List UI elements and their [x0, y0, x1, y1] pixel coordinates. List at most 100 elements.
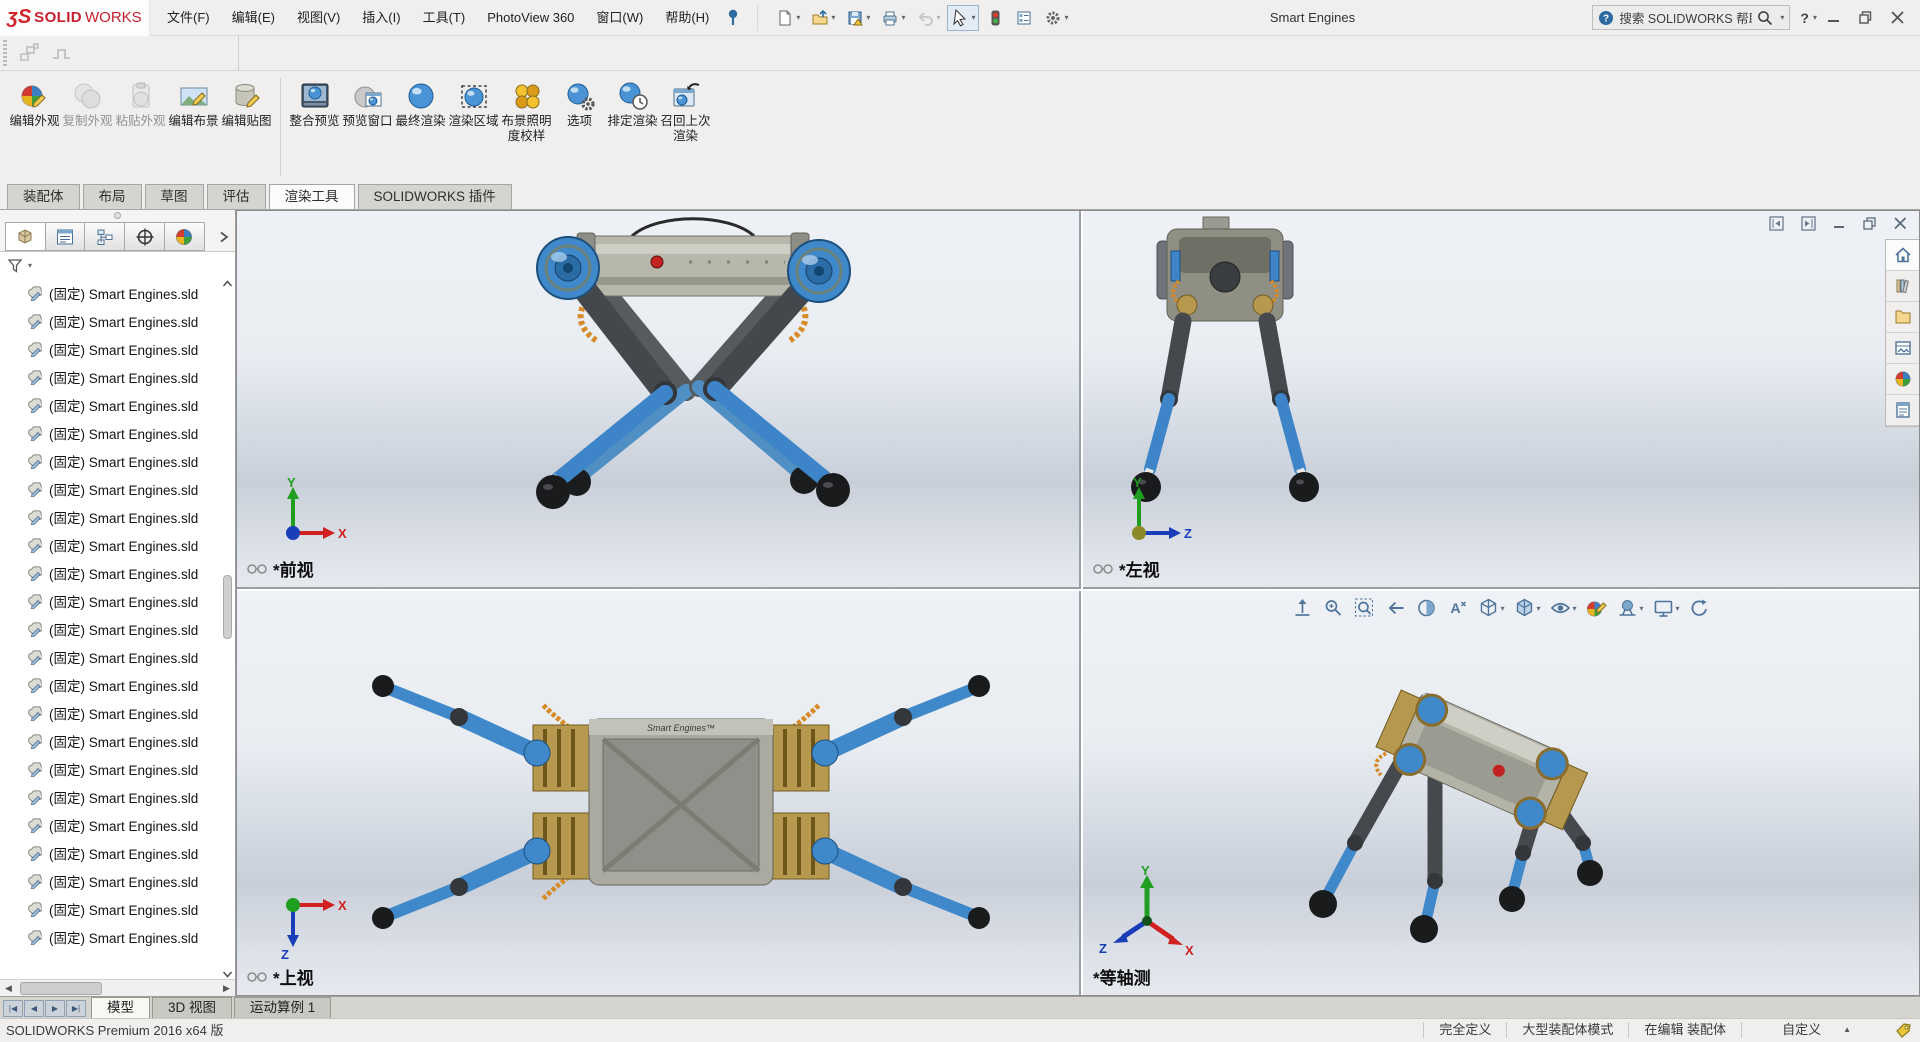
dropdown-arrow-icon[interactable]: ▾	[866, 13, 870, 22]
collapse-pane-right-icon[interactable]	[1801, 216, 1816, 231]
viewport-left[interactable]: Y Z *左视	[1083, 211, 1919, 589]
restore-button[interactable]	[1859, 11, 1872, 24]
last-tab-button[interactable]: ▶|	[66, 1000, 86, 1017]
dropdown-arrow-icon[interactable]: ▾	[971, 13, 975, 22]
filter-funnel-icon[interactable]	[7, 258, 24, 274]
menu-view[interactable]: 视图(V)	[286, 0, 351, 35]
menu-photoview-360[interactable]: PhotoView 360	[476, 0, 585, 35]
tree-item[interactable]: (固定) Smart Engines.sld	[0, 727, 235, 755]
headsup-hide-show-items-button[interactable]: ▾	[1549, 597, 1576, 619]
panel-tab-display-manager[interactable]	[164, 222, 205, 251]
qat-save-button[interactable]: ▾	[842, 5, 874, 31]
qat-options-gear-button[interactable]: ▾	[1040, 5, 1072, 31]
tree-item[interactable]: (固定) Smart Engines.sld	[0, 699, 235, 727]
scroll-down-icon[interactable]	[222, 969, 233, 979]
panel-tab-property-manager[interactable]	[45, 222, 86, 251]
scroll-thumb[interactable]	[20, 982, 102, 995]
tree-item[interactable]: (固定) Smart Engines.sld	[0, 839, 235, 867]
ribbon-button-edit-decal[interactable]: 编辑贴图	[220, 76, 273, 131]
ribbon-button-preview-window[interactable]: 预览窗口	[341, 76, 394, 131]
dropdown-arrow-icon[interactable]: ▾	[1500, 604, 1504, 613]
qat-select-button[interactable]: ▾	[947, 5, 979, 31]
tab-sketch[interactable]: 草图	[145, 184, 204, 209]
tree-item[interactable]: (固定) Smart Engines.sld	[0, 335, 235, 363]
pin-icon[interactable]	[726, 9, 741, 26]
tree-item[interactable]: (固定) Smart Engines.sld	[0, 755, 235, 783]
tree-item[interactable]: (固定) Smart Engines.sld	[0, 783, 235, 811]
taskpane-design-library-button[interactable]	[1886, 271, 1919, 302]
help-dropdown-icon[interactable]: ▾	[1813, 13, 1817, 22]
dropdown-arrow-icon[interactable]: ▾	[1572, 604, 1576, 613]
tree-item[interactable]: (固定) Smart Engines.sld	[0, 447, 235, 475]
minimize-button[interactable]	[1827, 11, 1840, 24]
taskpane-appearances-button[interactable]	[1886, 364, 1919, 395]
tree-item[interactable]: (固定) Smart Engines.sld	[0, 643, 235, 671]
menu-help[interactable]: 帮助(H)	[654, 0, 720, 35]
scroll-left-icon[interactable]: ◀	[0, 981, 17, 996]
tree-item[interactable]: (固定) Smart Engines.sld	[0, 307, 235, 335]
qat-rebuild-lights-button[interactable]	[982, 5, 1008, 31]
headsup-previous-view-button[interactable]	[1384, 597, 1406, 619]
search-icon[interactable]	[1757, 10, 1773, 26]
collapse-pane-left-icon[interactable]	[1769, 216, 1784, 231]
viewport-front[interactable]: Y X *前视	[237, 211, 1081, 589]
ribbon-button-schedule-render[interactable]: 排定渲染	[606, 76, 659, 131]
dropdown-arrow-icon[interactable]: ▾	[1676, 604, 1680, 613]
panel-tab-feature-manager[interactable]	[5, 222, 46, 251]
taskpane-view-palette-button[interactable]	[1886, 333, 1919, 364]
tree-item[interactable]: (固定) Smart Engines.sld	[0, 811, 235, 839]
ribbon-button-final-render[interactable]: 最终渲染	[394, 76, 447, 131]
sheet-tab-model[interactable]: 模型	[91, 997, 150, 1018]
tree-item[interactable]: (固定) Smart Engines.sld	[0, 531, 235, 559]
tree-vertical-scrollbar[interactable]	[220, 279, 235, 979]
tab-solidworks-addins[interactable]: SOLIDWORKS 插件	[358, 184, 512, 209]
qat-command-list-button[interactable]	[1011, 5, 1037, 31]
viewport-close-button[interactable]	[1894, 217, 1907, 230]
ribbon-button-recall-last-render[interactable]: 召回上次渲染	[659, 76, 712, 146]
taskpane-file-explorer-button[interactable]	[1886, 302, 1919, 333]
viewport-restore-button[interactable]	[1863, 217, 1877, 230]
tab-evaluate[interactable]: 评估	[207, 184, 266, 209]
tree-item[interactable]: (固定) Smart Engines.sld	[0, 559, 235, 587]
tree-item[interactable]: (固定) Smart Engines.sld	[0, 391, 235, 419]
tree-item[interactable]: (固定) Smart Engines.sld	[0, 615, 235, 643]
robot-model-left-view[interactable]	[1083, 211, 1919, 589]
menu-file[interactable]: 文件(F)	[156, 0, 221, 35]
headsup-view-settings-button[interactable]: ▾	[1653, 597, 1680, 619]
panel-tab-configuration-manager[interactable]	[84, 222, 125, 251]
sheet-tab-3d-views[interactable]: 3D 视图	[152, 997, 232, 1018]
ribbon-button-paste-appearance[interactable]: 粘贴外观	[114, 76, 167, 131]
help-search-input[interactable]: ? 搜索 SOLIDWORKS 帮助 ▾	[1592, 5, 1790, 30]
dropdown-arrow-icon[interactable]: ▾	[831, 13, 835, 22]
robot-model-isometric-view[interactable]	[1083, 591, 1919, 995]
headsup-zoom-to-area-button[interactable]	[1322, 597, 1344, 619]
dropdown-arrow-icon[interactable]: ▾	[1640, 604, 1644, 613]
dropdown-arrow-icon[interactable]: ▾	[936, 13, 940, 22]
taskpane-home-button[interactable]	[1886, 240, 1919, 271]
scroll-thumb[interactable]	[223, 575, 232, 639]
tag-icon[interactable]	[1895, 1022, 1912, 1038]
filter-dropdown-icon[interactable]: ▾	[28, 261, 32, 270]
headsup-display-style-button[interactable]: ▾	[1513, 597, 1540, 619]
dropdown-arrow-icon[interactable]: ▾	[1064, 13, 1068, 22]
headsup-apply-scene-button[interactable]: ▾	[1617, 597, 1644, 619]
qat-undo-button[interactable]: ▾	[912, 5, 944, 31]
tree-horizontal-scrollbar[interactable]: ◀ ▶	[0, 979, 235, 996]
headsup-zoom-to-selection-button[interactable]	[1353, 597, 1375, 619]
scroll-right-icon[interactable]: ▶	[218, 981, 235, 996]
panel-splitter[interactable]	[0, 210, 235, 221]
tree-item[interactable]: (固定) Smart Engines.sld	[0, 503, 235, 531]
menu-window[interactable]: 窗口(W)	[585, 0, 654, 35]
tree-item[interactable]: (固定) Smart Engines.sld	[0, 475, 235, 503]
qat-new-document-button[interactable]: ▾	[772, 5, 804, 31]
headsup-rotate-view-button[interactable]	[1689, 597, 1711, 619]
ribbon-button-copy-appearance[interactable]: 复制外观	[61, 76, 114, 131]
menu-tools[interactable]: 工具(T)	[412, 0, 477, 35]
first-tab-button[interactable]: |◀	[3, 1000, 23, 1017]
headsup-zoom-to-fit-button[interactable]	[1291, 597, 1313, 619]
headsup-edit-appearance-button[interactable]	[1586, 597, 1608, 619]
tree-item[interactable]: (固定) Smart Engines.sld	[0, 867, 235, 895]
previous-tab-button[interactable]: ◀	[24, 1000, 44, 1017]
sheet-tab-motion-study-1[interactable]: 运动算例 1	[234, 997, 331, 1018]
qat-open-button[interactable]: ▾	[807, 5, 839, 31]
